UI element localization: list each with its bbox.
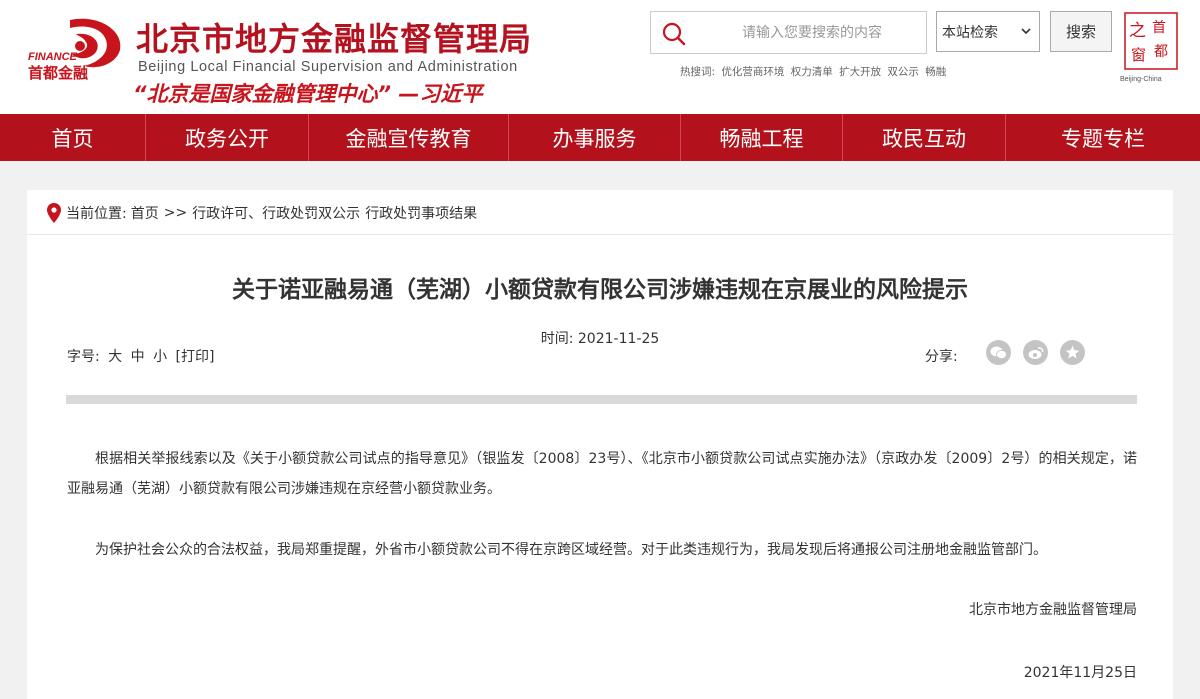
location-pin-icon: [47, 203, 61, 223]
capital-logo-char: 之: [1129, 21, 1146, 41]
article-date: 2021年11月25日: [1023, 665, 1137, 681]
nav-item-interaction[interactable]: 政民互动: [843, 114, 1006, 161]
hot-word-item[interactable]: 扩大开放: [839, 66, 881, 78]
content-separator-bar: [66, 395, 1137, 404]
capital-logo-char: 窗: [1131, 46, 1146, 64]
capital-window-logo[interactable]: 之 首 都 窗: [1124, 12, 1178, 70]
wechat-icon[interactable]: [986, 340, 1011, 365]
hot-word-item[interactable]: 优化营商环境: [721, 66, 784, 78]
print-button[interactable]: [打印]: [176, 349, 215, 365]
search-box: [650, 11, 927, 54]
logo-cn-text: 首都金融: [28, 64, 88, 82]
search-scope-select[interactable]: 本站检索: [936, 11, 1040, 52]
breadcrumb: 当前位置: 首页 >> 行政许可、行政处罚双公示 行政处罚事项结果: [47, 203, 477, 223]
site-title-en: Beijing Local Financial Supervision and …: [138, 59, 518, 75]
site-header: FINANCE 首都金融 北京市地方金融监督管理局 Beijing Local …: [0, 0, 1200, 114]
font-size-small-button[interactable]: 小: [153, 349, 167, 365]
star-icon[interactable]: [1060, 340, 1085, 365]
weibo-icon[interactable]: [1023, 340, 1048, 365]
hot-words: 热搜词: 优化营商环境 权力清单 扩大开放 双公示 畅融: [680, 64, 949, 79]
font-size-controls: 字号: 大 中 小 [打印]: [67, 346, 218, 366]
nav-item-changrong[interactable]: 畅融工程: [681, 114, 843, 161]
breadcrumb-divider: [27, 234, 1173, 235]
chevron-down-icon: [1021, 28, 1031, 35]
capital-logo-char: 首: [1152, 20, 1166, 36]
font-size-large-button[interactable]: 大: [108, 349, 122, 365]
nav-item-topics[interactable]: 专题专栏: [1006, 114, 1200, 161]
nav-item-finance-education[interactable]: 金融宣传教育: [309, 114, 509, 161]
breadcrumb-current-page[interactable]: 行政处罚事项结果: [365, 203, 477, 223]
hot-word-item[interactable]: 权力清单: [791, 66, 833, 78]
nav-item-home[interactable]: 首页: [0, 114, 146, 161]
slogan: “北京是国家金融管理中心” —习近平: [133, 82, 483, 106]
search-scope-value: 本站检索: [942, 24, 998, 41]
logo-badge-text: FINANCE: [28, 51, 78, 63]
article-paragraph: 根据相关举报线索以及《关于小额贷款公司试点的指导意见》（银监发〔2008〕23号…: [67, 451, 1137, 497]
capital-finance-logo[interactable]: FINANCE 首都金融: [28, 12, 128, 82]
font-size-label: 字号:: [67, 349, 100, 365]
hot-word-item[interactable]: 双公示: [887, 66, 919, 78]
capital-logo-char: 都: [1154, 44, 1168, 60]
article-paragraph: 为保护社会公众的合法权益，我局郑重提醒，外省市小额贷款公司不得在京跨区域经营。对…: [95, 542, 1047, 558]
article-card: 当前位置: 首页 >> 行政许可、行政处罚双公示 行政处罚事项结果 关于诺亚融易…: [27, 190, 1173, 699]
font-size-medium-button[interactable]: 中: [131, 349, 145, 365]
breadcrumb-section-link[interactable]: 行政许可、行政处罚双公示: [192, 203, 360, 223]
search-input[interactable]: [701, 12, 923, 53]
capital-logo-caption: Beijing-China: [1120, 76, 1162, 83]
breadcrumb-label: 当前位置:: [66, 206, 127, 222]
site-title[interactable]: 北京市地方金融监督管理局: [136, 14, 532, 60]
hot-word-item[interactable]: 畅融: [925, 66, 946, 78]
breadcrumb-separator: >>: [163, 205, 188, 221]
search-icon: [662, 22, 686, 46]
main-nav: 首页 政务公开 金融宣传教育 办事服务 畅融工程 政民互动 专题专栏: [0, 114, 1200, 161]
nav-item-services[interactable]: 办事服务: [509, 114, 681, 161]
article-title: 关于诺亚融易通（芜湖）小额贷款有限公司涉嫌违规在京展业的风险提示: [232, 277, 968, 303]
breadcrumb-home-link[interactable]: 首页: [131, 203, 159, 223]
share-label: 分享:: [925, 349, 958, 365]
hot-words-label: 热搜词:: [680, 66, 716, 78]
article-signature: 北京市地方金融监督管理局: [969, 602, 1137, 618]
search-button[interactable]: 搜索: [1050, 11, 1112, 52]
nav-item-gov-affairs[interactable]: 政务公开: [146, 114, 309, 161]
